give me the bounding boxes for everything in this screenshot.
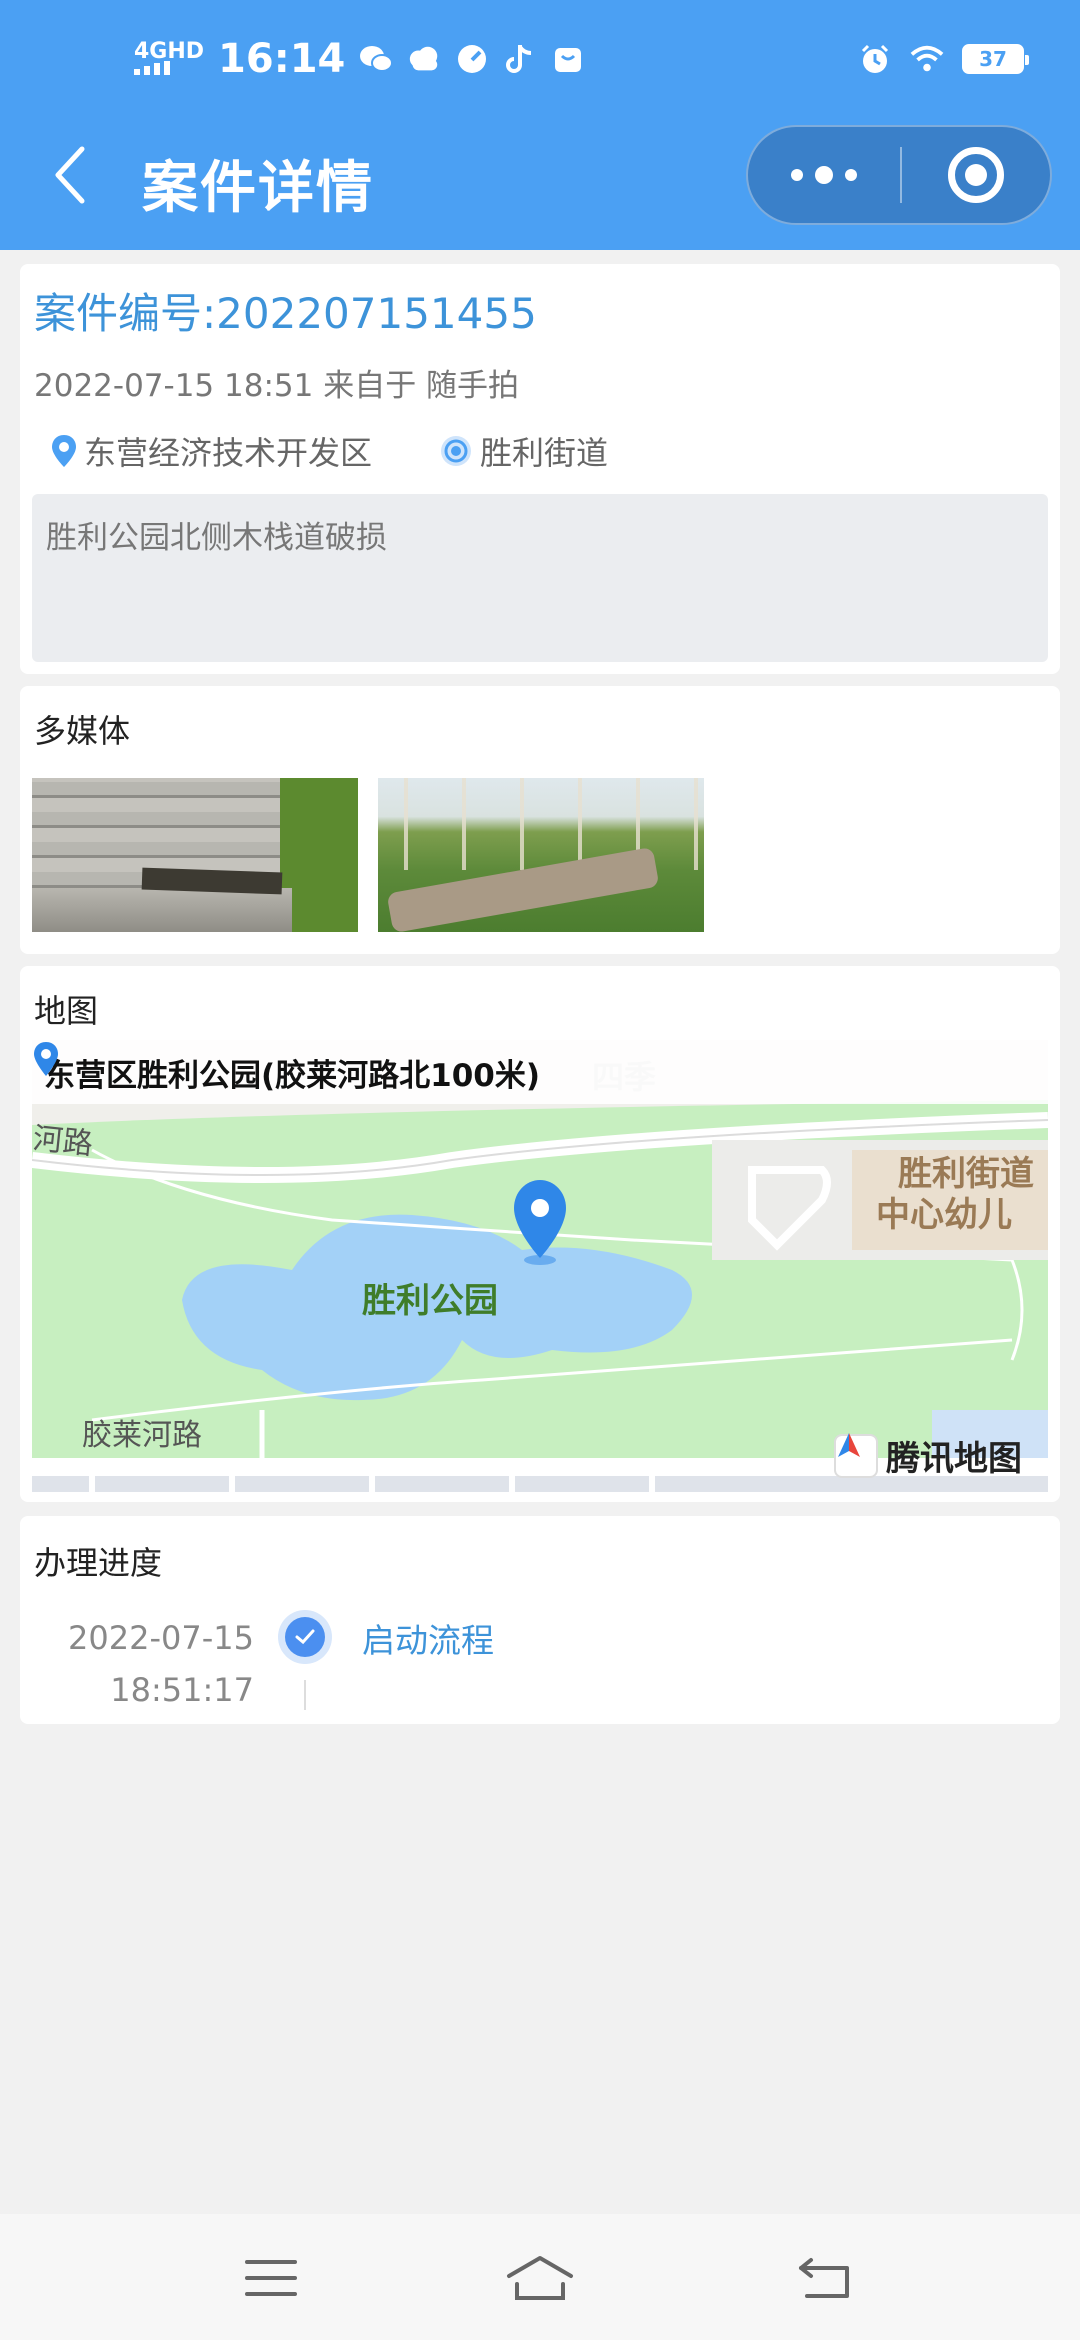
media-title: 多媒体: [34, 712, 131, 750]
status-bar: 4GHD 16:14 37: [0, 0, 1080, 120]
location-pin-icon: [34, 1042, 58, 1076]
step-date: 2022-07-15: [68, 1619, 254, 1657]
speed-icon: [455, 42, 489, 76]
chevron-left-icon: [55, 146, 85, 204]
map-address: 东营区胜利公园(胶莱河路北100米): [44, 1057, 541, 1094]
district-tag: 东营经济技术开发区: [50, 428, 372, 474]
case-info-card: 案件编号:202207151455 2022-07-15 18:51 来自于 随…: [20, 264, 1060, 674]
map-title: 地图: [34, 992, 99, 1030]
location-target-icon: [441, 436, 472, 466]
wifi-icon: [910, 42, 944, 76]
status-time: 16:14: [218, 36, 346, 82]
target-close-icon: [948, 147, 1004, 203]
tencent-map-logo-icon: [834, 1433, 878, 1478]
miniprogram-capsule: [746, 125, 1052, 225]
step-status-icon: [278, 1610, 332, 1664]
system-nav-bar: [0, 2214, 1080, 2340]
page-title: 案件详情: [142, 156, 374, 221]
close-miniprogram-button[interactable]: [902, 127, 1050, 223]
tiktok-icon: [503, 42, 537, 76]
map-brand: 腾讯地图: [834, 1431, 1022, 1480]
case-meta: 2022-07-15 18:51 来自于 随手拍: [34, 368, 520, 404]
media-photo-2[interactable]: [378, 778, 704, 932]
timeline-line: [304, 1680, 306, 1710]
case-description: 胜利公园北侧木栈道破损: [32, 494, 1048, 662]
progress-card: 办理进度 2022-07-15 18:51:17 启动流程: [20, 1516, 1060, 1724]
map-address-bar: 东营区胜利公园(胶莱河路北100米): [32, 1040, 1048, 1104]
more-dot-right: [845, 169, 857, 181]
alarm-icon: [858, 42, 892, 76]
map-card: 地图 东营区胜利公园(胶莱河路北100米) 河路 胶莱河路 胜利公园 胜利街道 …: [20, 966, 1060, 1502]
back-button[interactable]: [40, 145, 100, 205]
boardwalk-edge: [32, 888, 292, 932]
battery-indicator: 37: [962, 44, 1029, 74]
location-tags: 东营经济技术开发区 胜利街道: [50, 428, 608, 474]
check-icon: [295, 1629, 315, 1645]
back-nav-button[interactable]: [790, 2248, 860, 2308]
step-label: 启动流程: [362, 1621, 494, 1660]
network-type: 4GHD: [134, 39, 205, 64]
step-timestamp: 2022-07-15 18:51:17: [68, 1612, 254, 1716]
media-card: 多媒体: [20, 686, 1060, 954]
case-number: 案件编号:202207151455: [34, 289, 537, 338]
wechat-icon: [359, 42, 394, 76]
menu-button[interactable]: [236, 2248, 306, 2308]
map-canvas: 河路 胶莱河路 胜利公园 胜利街道 中心幼儿 四季: [32, 1040, 1048, 1492]
tree-trunks: [378, 778, 704, 871]
signal-icon: 4GHD: [134, 39, 205, 75]
road-label-top: 河路: [32, 1121, 94, 1162]
step-time: 18:51:17: [110, 1671, 254, 1709]
street-tag: 胜利街道: [438, 428, 608, 474]
school-label-2: 中心幼儿: [876, 1195, 1012, 1235]
more-dot-center: [815, 166, 833, 184]
shopping-bag-icon: [551, 42, 585, 76]
progress-title: 办理进度: [34, 1544, 163, 1582]
road-label-bottom: 胶莱河路: [82, 1418, 202, 1453]
back-arrow-icon: [799, 2258, 849, 2298]
more-button[interactable]: [748, 127, 900, 223]
weather-cloud-icon: [407, 42, 441, 76]
more-dots-icon: [791, 169, 803, 181]
park-label: 胜利公园: [362, 1281, 498, 1321]
home-icon: [507, 2256, 573, 2300]
school-label-1: 胜利街道: [898, 1154, 1034, 1194]
location-pin-icon: [52, 435, 76, 467]
media-photo-1[interactable]: [32, 778, 358, 932]
app-header: 4GHD 16:14 37 案件详情: [0, 0, 1080, 250]
map-view[interactable]: 东营区胜利公园(胶莱河路北100米) 河路 胶莱河路 胜利公园 胜利街道 中心幼…: [32, 1040, 1048, 1492]
nav-bar: 案件详情: [0, 125, 1080, 225]
home-button[interactable]: [505, 2248, 575, 2308]
district-label: 东营经济技术开发区: [84, 434, 373, 472]
street-label: 胜利街道: [480, 434, 609, 472]
map-brand-label: 腾讯地图: [886, 1439, 1022, 1479]
menu-icon: [245, 2260, 297, 2296]
